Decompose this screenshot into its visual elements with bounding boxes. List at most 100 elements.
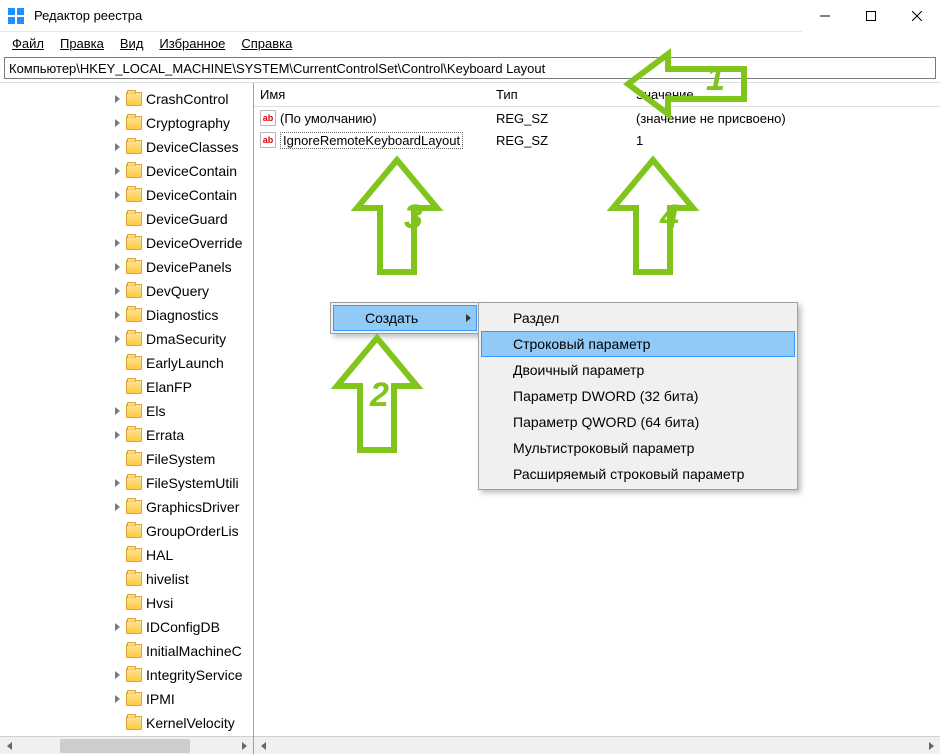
folder-icon	[126, 692, 142, 706]
tree-item[interactable]: DmaSecurity	[0, 327, 253, 351]
list-row[interactable]: ab(По умолчанию)REG_SZ(значение не присв…	[254, 107, 940, 129]
value-data: 1	[636, 133, 934, 148]
tree-item[interactable]: InitialMachineC	[0, 639, 253, 663]
chevron-right-icon[interactable]	[110, 188, 124, 202]
chevron-right-icon[interactable]	[110, 236, 124, 250]
tree-item[interactable]: DevQuery	[0, 279, 253, 303]
chevron-right-icon[interactable]	[110, 692, 124, 706]
tree-item[interactable]: DeviceOverride	[0, 231, 253, 255]
tree-h-scrollbar[interactable]	[0, 736, 253, 754]
tree-item-label: Hvsi	[146, 595, 173, 611]
tree-item-label: DeviceClasses	[146, 139, 239, 155]
context-item-create[interactable]: Создать	[333, 305, 477, 331]
address-bar[interactable]: Компьютер\HKEY_LOCAL_MACHINE\SYSTEM\Curr…	[4, 57, 936, 79]
chevron-right-icon[interactable]	[110, 308, 124, 322]
chevron-right-icon[interactable]	[110, 260, 124, 274]
tree-item[interactable]: FileSystemUtili	[0, 471, 253, 495]
context-submenu-item[interactable]: Параметр DWORD (32 бита)	[481, 383, 795, 409]
scroll-left-icon[interactable]	[0, 737, 18, 754]
menu-edit[interactable]: Правка	[52, 34, 112, 53]
tree-item[interactable]: Errata	[0, 423, 253, 447]
menu-help[interactable]: Справка	[233, 34, 300, 53]
tree-item[interactable]: DeviceGuard	[0, 207, 253, 231]
tree-item[interactable]: IPMI	[0, 687, 253, 711]
chevron-right-icon[interactable]	[110, 92, 124, 106]
annotation-3: 3	[404, 198, 423, 237]
context-submenu-item[interactable]: Мультистроковый параметр	[481, 435, 795, 461]
context-item-label: Параметр QWORD (64 бита)	[513, 414, 699, 430]
list-h-scrollbar[interactable]	[254, 736, 940, 754]
menu-file[interactable]: Файл	[4, 34, 52, 53]
value-name: IgnoreRemoteKeyboardLayout	[280, 132, 463, 149]
maximize-button[interactable]	[848, 0, 894, 32]
tree-item[interactable]: Diagnostics	[0, 303, 253, 327]
tree-item-label: IntegrityService	[146, 667, 242, 683]
tree-item-label: EarlyLaunch	[146, 355, 224, 371]
tree-item[interactable]: hivelist	[0, 567, 253, 591]
tree-item[interactable]: DevicePanels	[0, 255, 253, 279]
menu-view[interactable]: Вид	[112, 34, 152, 53]
tree-item[interactable]: EarlyLaunch	[0, 351, 253, 375]
tree-item[interactable]: Cryptography	[0, 111, 253, 135]
context-submenu[interactable]: РазделСтроковый параметр Двоичный парамет…	[478, 302, 798, 490]
tree-item[interactable]: FileSystem	[0, 447, 253, 471]
context-submenu-item[interactable]: Расширяемый строковый параметр	[481, 461, 795, 487]
chevron-right-icon[interactable]	[110, 284, 124, 298]
chevron-right-icon[interactable]	[110, 404, 124, 418]
close-button[interactable]	[894, 0, 940, 32]
chevron-right-icon[interactable]	[110, 500, 124, 514]
value-name: (По умолчанию)	[280, 111, 377, 126]
scroll-right-icon[interactable]	[235, 737, 253, 754]
folder-icon	[126, 380, 142, 394]
folder-icon	[126, 212, 142, 226]
tree-item[interactable]: DeviceContain	[0, 159, 253, 183]
tree-item[interactable]: Els	[0, 399, 253, 423]
folder-icon	[126, 140, 142, 154]
tree-item[interactable]: GraphicsDriver	[0, 495, 253, 519]
context-item-label: Создать	[365, 310, 418, 326]
context-submenu-item[interactable]: Двоичный параметр	[481, 357, 795, 383]
column-value[interactable]: Значение	[630, 83, 940, 106]
context-submenu-item[interactable]: Параметр QWORD (64 бита)	[481, 409, 795, 435]
tree-item[interactable]: DeviceContain	[0, 183, 253, 207]
tree-item[interactable]: GroupOrderLis	[0, 519, 253, 543]
menu-favorites[interactable]: Избранное	[151, 34, 233, 53]
context-item-label: Мультистроковый параметр	[513, 440, 694, 456]
tree-item-label: ElanFP	[146, 379, 192, 395]
folder-icon	[126, 572, 142, 586]
column-name[interactable]: Имя	[254, 83, 490, 106]
chevron-right-icon[interactable]	[110, 332, 124, 346]
column-type[interactable]: Тип	[490, 83, 630, 106]
tree-item[interactable]: IDConfigDB	[0, 615, 253, 639]
chevron-right-icon[interactable]	[110, 140, 124, 154]
context-item-label: Двоичный параметр	[513, 362, 644, 378]
tree-item-label: Errata	[146, 427, 184, 443]
minimize-button[interactable]	[802, 0, 848, 32]
scroll-left-icon[interactable]	[254, 737, 272, 754]
context-submenu-item[interactable]: Строковый параметр	[481, 331, 795, 357]
folder-icon	[126, 428, 142, 442]
scroll-right-icon[interactable]	[922, 737, 940, 754]
chevron-right-icon[interactable]	[110, 476, 124, 490]
tree-item[interactable]: ElanFP	[0, 375, 253, 399]
tree-item[interactable]: HAL	[0, 543, 253, 567]
folder-icon	[126, 452, 142, 466]
folder-icon	[126, 92, 142, 106]
list-row[interactable]: abIgnoreRemoteKeyboardLayoutREG_SZ1	[254, 129, 940, 151]
tree-item[interactable]: Hvsi	[0, 591, 253, 615]
context-submenu-item[interactable]: Раздел	[481, 305, 795, 331]
chevron-right-icon[interactable]	[110, 668, 124, 682]
tree-view[interactable]: CrashControlCryptography DeviceClasses Dev…	[0, 87, 253, 735]
folder-icon	[126, 260, 142, 274]
folder-icon	[126, 284, 142, 298]
chevron-right-icon[interactable]	[110, 620, 124, 634]
chevron-right-icon[interactable]	[110, 116, 124, 130]
chevron-right-icon[interactable]	[110, 164, 124, 178]
context-menu[interactable]: Создать	[330, 302, 480, 334]
scroll-thumb[interactable]	[60, 739, 190, 753]
tree-item[interactable]: DeviceClasses	[0, 135, 253, 159]
chevron-right-icon[interactable]	[110, 428, 124, 442]
tree-item[interactable]: IntegrityService	[0, 663, 253, 687]
tree-item[interactable]: CrashControl	[0, 87, 253, 111]
tree-item[interactable]: KernelVelocity	[0, 711, 253, 735]
